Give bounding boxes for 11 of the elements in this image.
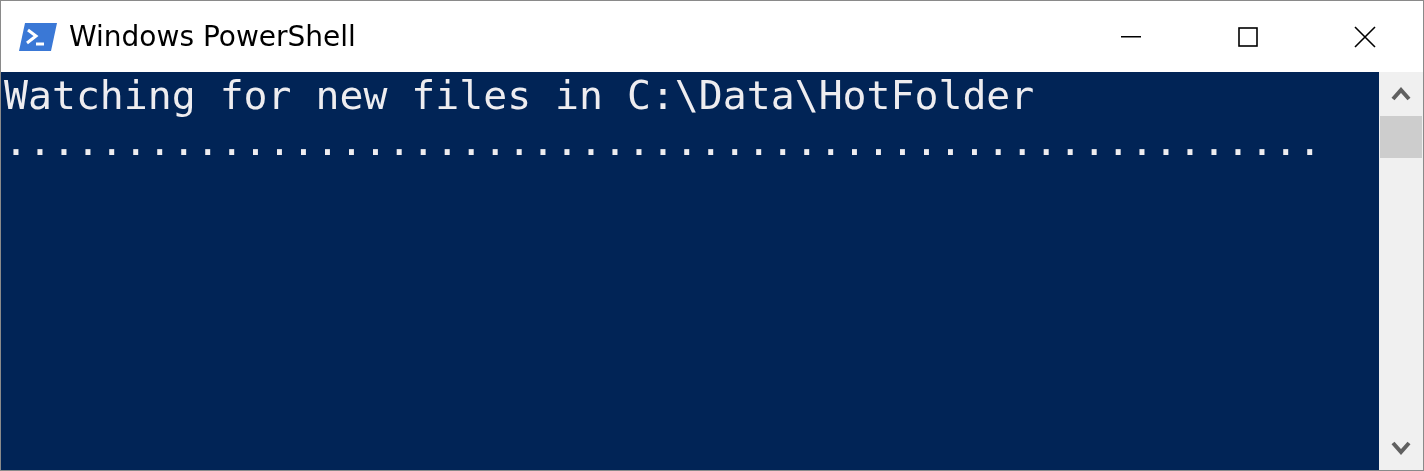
- scrollbar-thumb[interactable]: [1380, 116, 1422, 158]
- console-line: Watching for new files in C:\Data\HotFolder: [4, 72, 1036, 118]
- minimize-icon: [1120, 35, 1141, 38]
- scrollbar[interactable]: [1379, 72, 1423, 470]
- chevron-up-icon: [1391, 87, 1411, 101]
- maximize-icon: [1237, 26, 1258, 47]
- chevron-down-icon: [1391, 441, 1411, 455]
- console-line: .......................................................: [4, 118, 1323, 164]
- close-icon: [1353, 25, 1376, 48]
- powershell-icon: [19, 22, 57, 51]
- window-title: Windows PowerShell: [69, 20, 356, 53]
